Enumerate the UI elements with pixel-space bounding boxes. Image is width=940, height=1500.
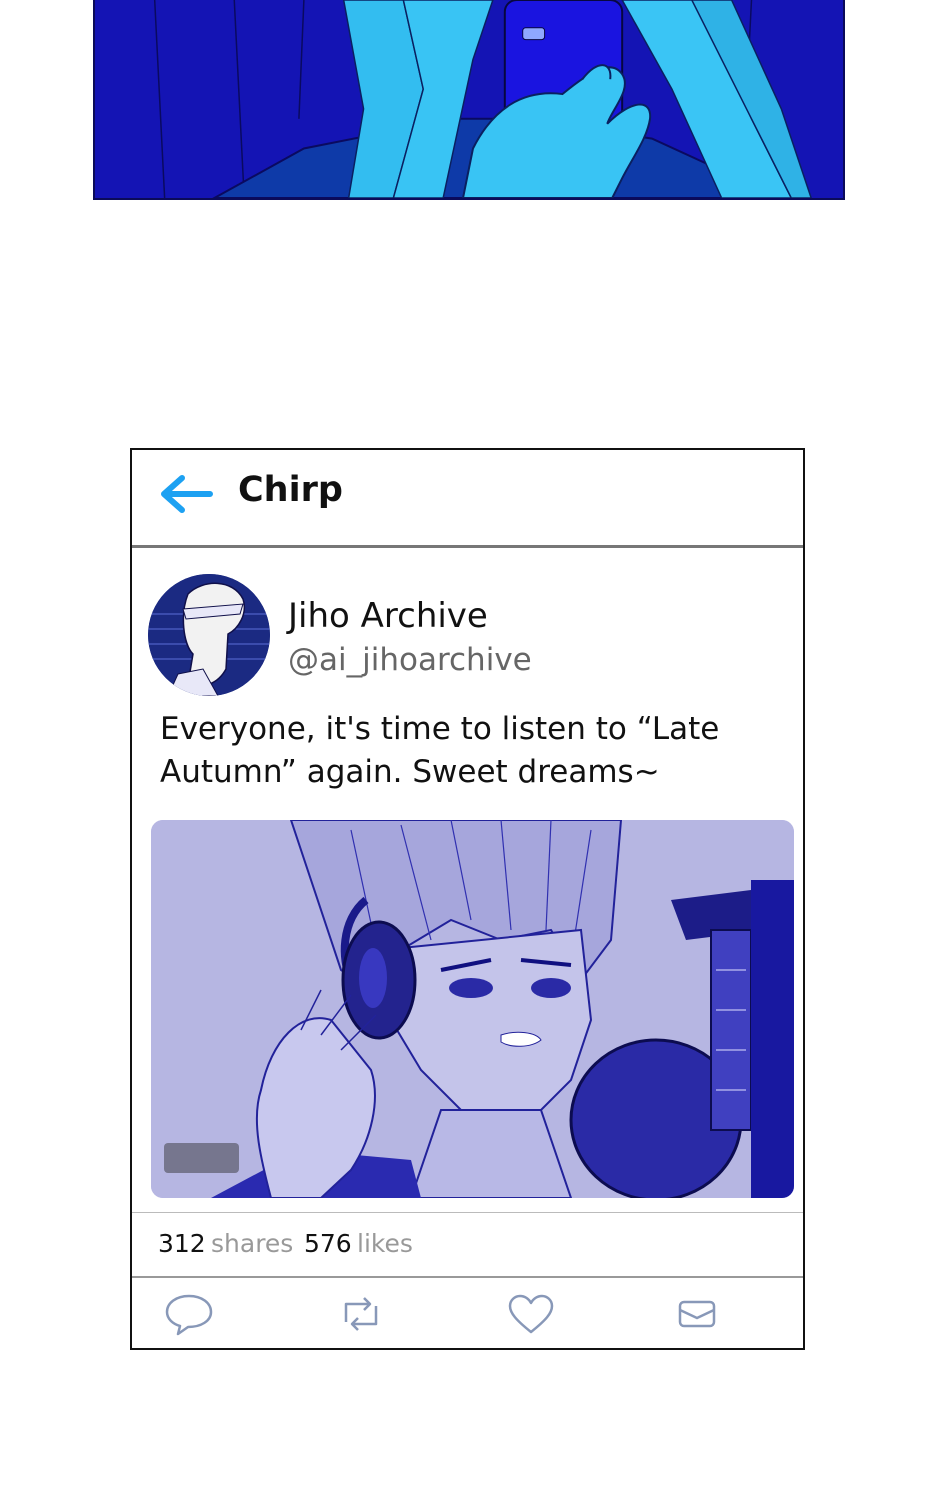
shares-count: 312	[158, 1229, 206, 1258]
post-text-line: Autumn” again. Sweet dreams~	[160, 754, 660, 790]
heart-icon[interactable]	[506, 1292, 556, 1336]
action-bar	[132, 1280, 803, 1348]
avatar-illustration	[148, 574, 270, 696]
avatar[interactable]	[148, 574, 270, 696]
retweet-icon[interactable]	[336, 1292, 386, 1336]
app-title: Chirp	[238, 470, 343, 510]
post-text: Everyone, it's time to listen to “Late A…	[160, 708, 780, 794]
shares-label: shares	[211, 1229, 294, 1258]
comic-panel-top	[93, 0, 845, 200]
post-image[interactable]	[151, 820, 794, 1198]
post-card: Chirp Jiho Archive @ai_jihoarchive Every…	[130, 448, 805, 1350]
post-text-line: Everyone, it's time to listen to “Late	[160, 711, 720, 747]
user-handle[interactable]: @ai_jihoarchive	[288, 642, 532, 678]
display-name[interactable]: Jiho Archive	[288, 596, 488, 636]
envelope-icon[interactable]	[672, 1292, 722, 1336]
back-arrow-icon[interactable]	[156, 472, 214, 516]
post-stats: 312 shares 576 likes	[132, 1212, 803, 1278]
comic-panel-illustration	[95, 0, 843, 198]
post-image-illustration	[151, 820, 794, 1198]
likes-label: likes	[357, 1229, 413, 1258]
speech-bubble-icon[interactable]	[164, 1292, 214, 1336]
likes-count: 576	[304, 1229, 352, 1258]
app-header: Chirp	[132, 450, 803, 548]
